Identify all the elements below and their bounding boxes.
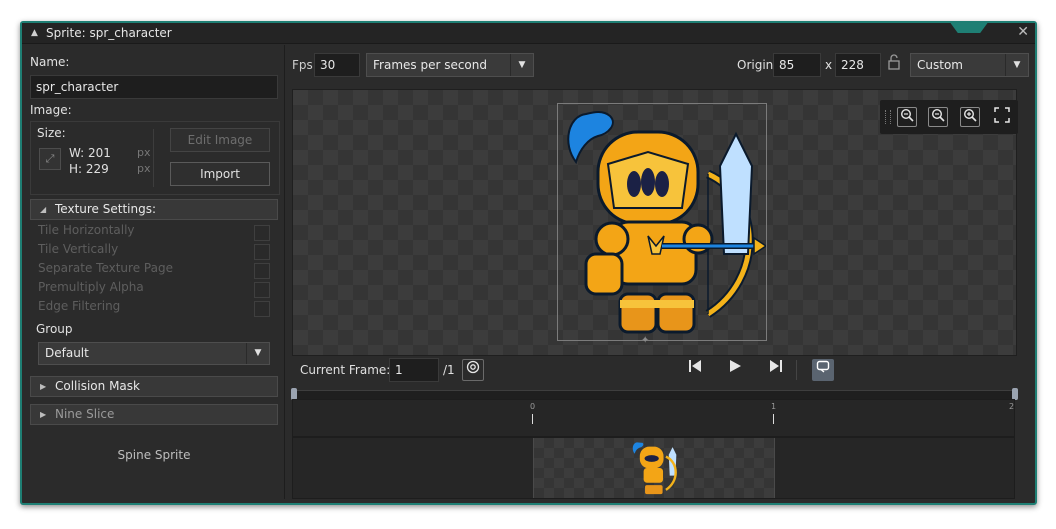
origin-label: Origin	[737, 58, 774, 72]
playback-divider	[796, 360, 797, 380]
edit-image-button[interactable]: Edit Image	[170, 128, 270, 152]
frame-thumbnail-image	[632, 442, 677, 495]
fps-label: Fps	[292, 58, 313, 72]
checkbox[interactable]	[254, 225, 270, 241]
sprite-canvas[interactable]: ✦	[292, 89, 1018, 356]
spine-sprite-label: Spine Sprite	[117, 448, 191, 462]
option-label: Tile Vertically	[38, 242, 119, 256]
expand-arrow-icon: ▶	[40, 410, 47, 419]
drag-handle-icon[interactable]	[885, 110, 891, 124]
height-text: H: 229	[69, 162, 109, 176]
import-button[interactable]: Import	[170, 162, 270, 186]
fullscreen-icon[interactable]	[992, 107, 1012, 127]
width-text: W: 201	[69, 146, 111, 160]
expand-arrow-icon: ◢	[40, 205, 47, 214]
loop-icon[interactable]	[812, 359, 834, 381]
size-label: Size:	[37, 126, 66, 140]
zoom-in-icon[interactable]	[960, 107, 980, 127]
skip-to-start-icon[interactable]	[684, 359, 706, 381]
option-separate-texture-page[interactable]: Separate Texture Page	[38, 261, 270, 280]
group-select[interactable]: Default ▼	[38, 342, 270, 365]
origin-x-field[interactable]: 85	[773, 53, 821, 77]
tick-label: 0	[530, 402, 536, 411]
group-label: Group	[36, 322, 73, 336]
fps-mode-select[interactable]: Frames per second ▼	[366, 53, 534, 77]
option-premultiply-alpha[interactable]: Premultiply Alpha	[38, 280, 270, 299]
option-tile-horizontally[interactable]: Tile Horizontally	[38, 223, 270, 242]
option-edge-filtering[interactable]: Edge Filtering	[38, 299, 270, 318]
frame-thumbnail[interactable]	[533, 438, 775, 498]
collision-mask-header[interactable]: ▶ Collision Mask	[30, 376, 278, 397]
title-decoration	[949, 21, 989, 33]
lock-icon[interactable]	[883, 54, 905, 76]
chevron-down-icon[interactable]: ▼	[510, 54, 533, 76]
origin-separator: x	[825, 58, 833, 72]
play-icon[interactable]	[724, 359, 746, 381]
tick-label: 1	[771, 402, 777, 411]
origin-preset-value: Custom	[917, 58, 963, 72]
frame-strip	[292, 437, 1015, 499]
origin-y-field[interactable]: 228	[835, 53, 881, 77]
title-bar[interactable]: ▲ Sprite: spr_character ✕	[22, 21, 1035, 44]
tick	[532, 414, 533, 424]
nine-slice-header[interactable]: ▶ Nine Slice	[30, 404, 278, 425]
checkbox[interactable]	[254, 263, 270, 279]
texture-settings-label: Texture Settings:	[55, 202, 157, 216]
knight-sprite	[567, 111, 768, 334]
fps-field[interactable]: 30	[314, 53, 360, 77]
origin-marker-icon[interactable]: ✦	[641, 335, 649, 346]
window-title: Sprite: spr_character	[46, 26, 172, 40]
expand-arrow-icon: ▶	[40, 382, 47, 391]
collapse-arrow-icon[interactable]: ▲	[31, 28, 38, 38]
resize-icon[interactable]: ⤢	[39, 148, 61, 170]
current-frame-field[interactable]: 1	[389, 358, 439, 382]
fps-mode-value: Frames per second	[373, 58, 487, 72]
skip-to-end-icon[interactable]	[765, 359, 787, 381]
chevron-down-icon[interactable]: ▼	[1005, 54, 1028, 76]
zoom-out-icon[interactable]	[928, 107, 948, 127]
onion-skin-icon[interactable]	[462, 359, 484, 381]
origin-preset-select[interactable]: Custom ▼	[910, 53, 1029, 77]
image-label: Image:	[30, 103, 72, 117]
timeline-ruler[interactable]: 0 1 2	[292, 399, 1015, 437]
zoom-toolbar	[880, 100, 1018, 134]
frame-total: /1	[443, 363, 455, 377]
zoom-reset-icon[interactable]	[897, 107, 917, 127]
option-label: Separate Texture Page	[38, 261, 173, 275]
sprite-bounds	[557, 103, 768, 341]
close-icon[interactable]: ✕	[1017, 24, 1029, 40]
sprite-preview-area: Fps 30 Frames per second ▼ Origin 85 x 2…	[286, 45, 1031, 499]
option-tile-vertically[interactable]: Tile Vertically	[38, 242, 270, 261]
collision-mask-label: Collision Mask	[55, 379, 140, 393]
sprite-properties-panel: Name: spr_character Image: Size: ⤢ W: 20…	[28, 45, 280, 499]
checkbox[interactable]	[254, 301, 270, 317]
texture-settings-header[interactable]: ◢ Texture Settings:	[30, 199, 278, 220]
option-label: Premultiply Alpha	[38, 280, 144, 294]
option-label: Tile Horizontally	[38, 223, 135, 237]
nine-slice-label: Nine Slice	[55, 407, 115, 421]
option-label: Edge Filtering	[38, 299, 121, 313]
group-value: Default	[45, 346, 89, 360]
checkbox[interactable]	[254, 282, 270, 298]
sprite-editor-window: ▲ Sprite: spr_character ✕ Name: spr_char…	[20, 21, 1037, 505]
name-label: Name:	[30, 55, 70, 69]
name-field[interactable]: spr_character	[30, 75, 278, 99]
height-unit: px	[137, 162, 151, 175]
width-unit: px	[137, 146, 151, 159]
current-frame-label: Current Frame:	[300, 363, 391, 377]
panel-divider	[284, 45, 285, 499]
checkbox[interactable]	[254, 244, 270, 260]
tick	[773, 414, 774, 424]
tick-label: 2	[1009, 402, 1015, 411]
size-divider	[153, 129, 154, 187]
chevron-down-icon[interactable]: ▼	[246, 343, 269, 364]
image-box: Size: ⤢ W: 201 H: 229 px px Edit Image I…	[30, 121, 280, 195]
